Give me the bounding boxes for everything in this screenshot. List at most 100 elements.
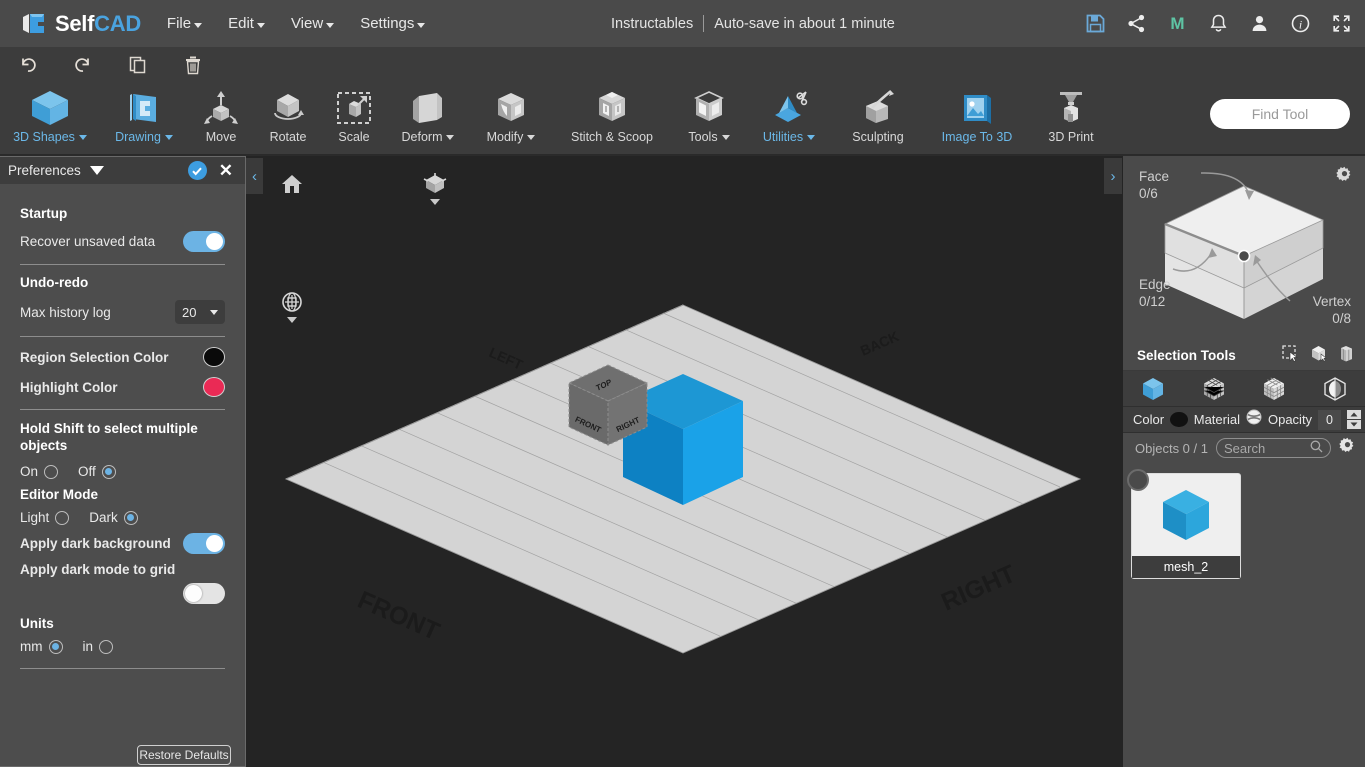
chevron-down-icon[interactable] xyxy=(89,166,104,175)
tool-utilities[interactable]: Utilities xyxy=(746,83,832,155)
logo-self: Self xyxy=(55,10,95,36)
opacity-stepper[interactable] xyxy=(1347,410,1361,429)
fullscreen-icon[interactable] xyxy=(1332,14,1351,33)
object-mode-icon[interactable] xyxy=(1127,371,1179,407)
tool-sculpting[interactable]: Sculpting xyxy=(832,83,924,155)
material-sphere-icon[interactable] xyxy=(1246,409,1262,430)
region-selection-color-swatch[interactable] xyxy=(203,347,225,367)
undo-icon[interactable] xyxy=(0,55,55,75)
recover-unsaved-toggle[interactable] xyxy=(183,231,225,252)
move-icon xyxy=(201,89,241,127)
tool-modify[interactable]: Modify xyxy=(470,83,552,155)
objects-settings-gear-icon[interactable] xyxy=(1339,437,1356,459)
tool-deform[interactable]: Deform xyxy=(386,83,470,155)
color-swatch[interactable] xyxy=(1170,412,1188,427)
units-in[interactable]: in xyxy=(83,639,114,654)
dark-grid-toggle[interactable] xyxy=(183,583,225,604)
tool-rotate[interactable]: Rotate xyxy=(254,83,322,155)
editor-mode-title: Editor Mode xyxy=(20,487,98,502)
delete-icon[interactable] xyxy=(165,55,220,75)
selection-mode-bar xyxy=(1123,371,1365,407)
vertex-mode-icon[interactable] xyxy=(1188,371,1240,407)
chevron-down-icon xyxy=(326,23,335,28)
box-select-icon[interactable] xyxy=(1310,345,1327,367)
tool-label: 3D Print xyxy=(1048,130,1094,144)
tool-stitch-scoop[interactable]: Stitch & Scoop xyxy=(552,83,672,155)
edge-selection-info: Edge 0/12 xyxy=(1139,276,1171,310)
objects-count-label: Objects 0 / 1 xyxy=(1135,440,1208,456)
settings-gear-icon[interactable] xyxy=(1336,166,1353,188)
orthographic-view-icon[interactable] xyxy=(422,172,448,205)
shift-on-label: On xyxy=(20,464,39,479)
collapse-left-panel-button[interactable]: ‹ xyxy=(246,158,263,194)
apply-preferences-button[interactable] xyxy=(187,161,207,180)
project-name[interactable]: Instructables xyxy=(611,16,693,32)
collapse-right-panel-button[interactable]: › xyxy=(1104,158,1122,194)
svg-text:M: M xyxy=(1170,14,1184,33)
face-mode-icon[interactable] xyxy=(1248,371,1300,407)
info-icon[interactable]: i xyxy=(1291,14,1310,33)
edge-mode-icon[interactable] xyxy=(1309,371,1361,407)
user-account-icon[interactable] xyxy=(1250,14,1269,33)
app-logo[interactable]: SelfCAD xyxy=(20,10,141,38)
objects-list: mesh_2 xyxy=(1123,463,1365,579)
menu-view[interactable]: View xyxy=(291,15,335,32)
markup-m-icon[interactable]: M xyxy=(1168,14,1187,33)
main-toolbar: 3D Shapes Drawing Move Rotate Scale Defo… xyxy=(0,83,1365,155)
shift-select-on[interactable]: On xyxy=(20,464,59,479)
tool-image-to-3d[interactable]: Image To 3D xyxy=(924,83,1030,155)
stepper-down-icon[interactable] xyxy=(1347,420,1361,429)
utilities-icon xyxy=(768,89,810,127)
tool-move[interactable]: Move xyxy=(188,83,254,155)
tool-label: Deform xyxy=(401,130,443,144)
tool-scale[interactable]: Scale xyxy=(322,83,386,155)
editor-mode-radio-group: Light Dark xyxy=(20,510,225,525)
tool-3d-print[interactable]: 3D Print xyxy=(1030,83,1112,155)
close-preferences-button[interactable]: ✕ xyxy=(219,162,233,179)
max-history-row: Max history log 20 xyxy=(20,300,225,324)
chevron-down-icon xyxy=(417,23,426,28)
tool-drawing[interactable]: Drawing xyxy=(100,83,188,155)
tool-label: Sculpting xyxy=(852,130,904,144)
rectangle-select-icon[interactable] xyxy=(1282,344,1299,367)
menu-settings[interactable]: Settings xyxy=(360,15,426,32)
3d-viewport[interactable]: LEFT BACK FRONT RIGHT TOP FRONT RIGHT Y … xyxy=(246,156,1123,767)
search-input[interactable]: Search xyxy=(1215,438,1331,458)
dark-background-toggle[interactable] xyxy=(183,533,225,554)
home-icon[interactable] xyxy=(280,172,304,201)
max-history-select[interactable]: 20 xyxy=(175,300,225,324)
radio-unchecked-icon xyxy=(44,464,59,479)
shift-select-off[interactable]: Off xyxy=(78,464,116,479)
notifications-bell-icon[interactable] xyxy=(1209,14,1228,33)
menu-file[interactable]: File xyxy=(167,15,203,32)
editor-mode-light[interactable]: Light xyxy=(20,510,70,525)
shift-off-label: Off xyxy=(78,464,96,479)
region-selection-color-label: Region Selection Color xyxy=(20,349,169,365)
stepper-up-icon[interactable] xyxy=(1347,410,1361,419)
list-item[interactable]: mesh_2 xyxy=(1127,469,1241,579)
opacity-value[interactable]: 0 xyxy=(1318,409,1341,430)
editor-mode-dark[interactable]: Dark xyxy=(89,510,138,525)
pan-orbit-icon[interactable] xyxy=(280,290,304,323)
divider xyxy=(20,264,225,265)
scale-icon xyxy=(334,89,374,127)
units-mm[interactable]: mm xyxy=(20,639,63,654)
share-icon[interactable] xyxy=(1127,14,1146,33)
recover-unsaved-row: Recover unsaved data xyxy=(20,231,225,252)
find-tool-input[interactable]: Find Tool xyxy=(1210,99,1350,129)
highlight-color-swatch[interactable] xyxy=(203,377,225,397)
chevron-down-icon xyxy=(256,23,265,28)
dark-grid-row: Apply dark mode to grid xyxy=(20,562,225,604)
redo-icon[interactable] xyxy=(55,55,110,75)
object-select-radio[interactable] xyxy=(1127,469,1149,491)
duplicate-icon[interactable] xyxy=(110,55,165,75)
menu-edit[interactable]: Edit xyxy=(228,15,265,32)
modify-icon xyxy=(491,89,531,127)
restore-defaults-button[interactable]: Restore Defaults xyxy=(137,745,231,765)
tool-3d-shapes[interactable]: 3D Shapes xyxy=(0,83,100,155)
loop-select-icon[interactable] xyxy=(1338,345,1355,367)
highlight-color-label: Highlight Color xyxy=(20,379,118,395)
save-icon[interactable] xyxy=(1086,14,1105,33)
view-orientation-cube[interactable]: TOP FRONT RIGHT xyxy=(562,359,654,456)
tool-tools[interactable]: Tools xyxy=(672,83,746,155)
